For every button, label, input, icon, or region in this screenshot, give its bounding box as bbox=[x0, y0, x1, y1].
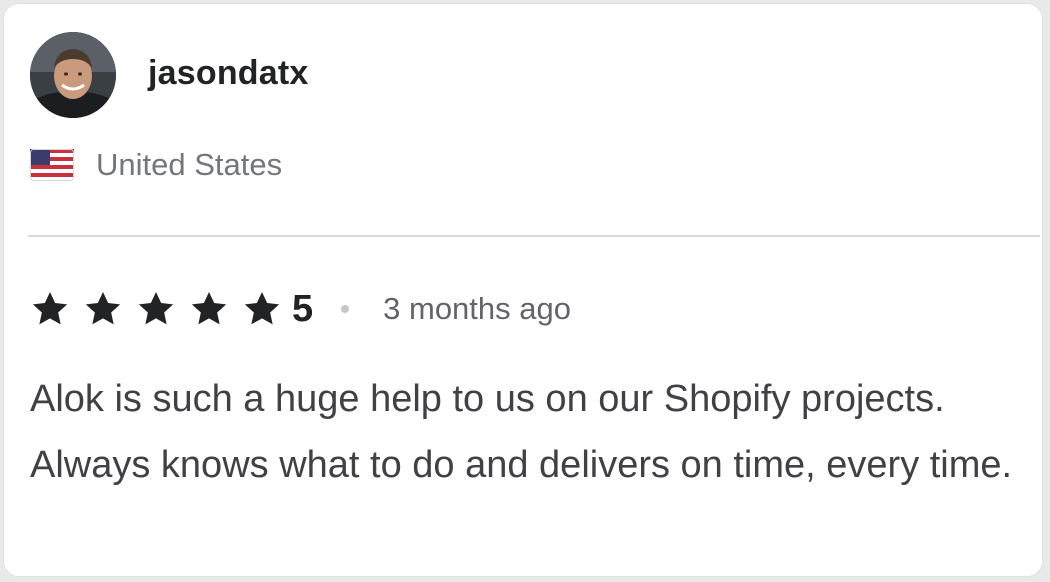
us-flag-icon bbox=[30, 149, 74, 181]
reviewer-country: United States bbox=[96, 147, 283, 182]
divider bbox=[28, 235, 1040, 237]
star-icon bbox=[191, 292, 227, 325]
avatar-photo bbox=[30, 32, 116, 118]
star-icon bbox=[85, 292, 121, 325]
review-time: 3 months ago bbox=[383, 291, 571, 326]
star-icon bbox=[244, 292, 280, 325]
star-icon bbox=[138, 292, 174, 325]
star-icon bbox=[32, 292, 68, 325]
review-text: Alok is such a huge help to us on our Sh… bbox=[30, 378, 1013, 486]
star-rating bbox=[30, 289, 292, 329]
reviewer-username[interactable]: jasondatx bbox=[148, 54, 309, 93]
rating-row: 5 3 months ago bbox=[30, 286, 571, 332]
separator-dot bbox=[341, 305, 350, 313]
avatar[interactable] bbox=[30, 32, 116, 118]
rating-value: 5 bbox=[292, 288, 314, 330]
review-card: jasondatx United States 5 3 months ago A… bbox=[3, 3, 1043, 577]
